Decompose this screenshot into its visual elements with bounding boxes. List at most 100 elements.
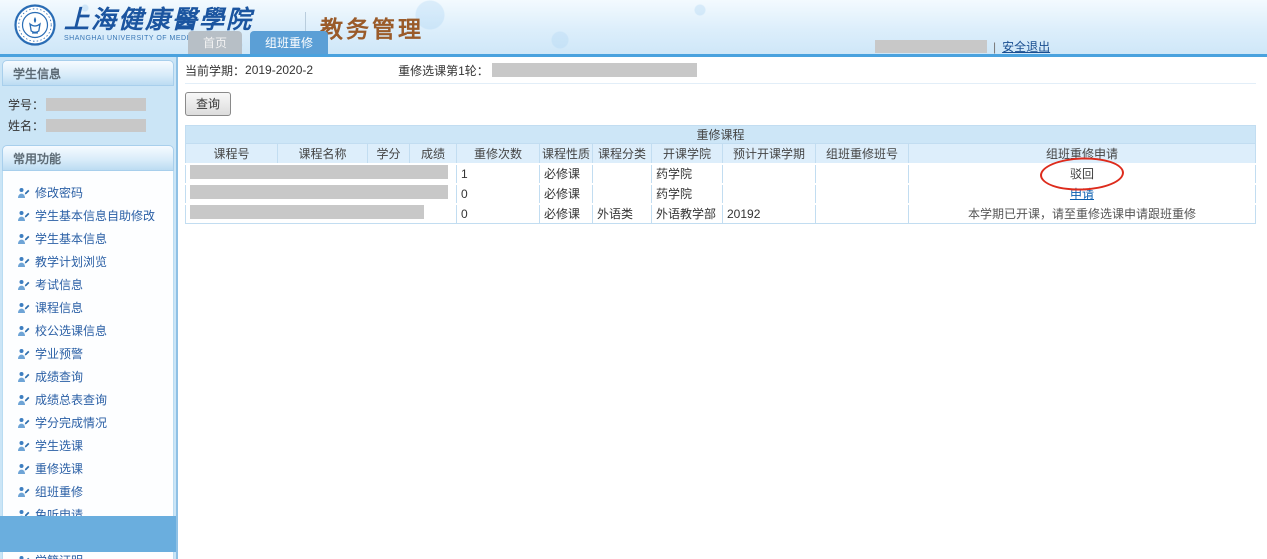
person-edit-icon xyxy=(17,187,30,199)
person-edit-icon xyxy=(17,371,30,383)
cell-expected-semester xyxy=(723,164,816,184)
sidebar-item-basic-info[interactable]: 学生基本信息 xyxy=(9,227,167,250)
sidebar-menu: 修改密码 学生基本信息自助修改 学生基本信息 教学计划浏览 考试信息 课程信息 … xyxy=(2,171,174,559)
cell-application-action: 申请 xyxy=(909,184,1256,204)
sidebar-item-grade-query[interactable]: 成绩查询 xyxy=(9,365,167,388)
page: 上海健康醫學院 SHANGHAI UNIVERSITY OF MEDICINE … xyxy=(0,0,1267,559)
cell-college: 药学院 xyxy=(652,164,723,184)
course-info-redacted xyxy=(190,185,448,199)
cell-course-redacted xyxy=(186,204,457,224)
content: 学生信息 学号： 姓名： 常用功能 修改密码 学生基本信息自助修改 学生基本信息… xyxy=(0,57,1267,559)
rejected-status[interactable]: 驳回 xyxy=(1070,167,1094,181)
table-row: 1 必修课 药学院 驳回 xyxy=(186,164,1256,184)
table-row: 0 必修课 药学院 申请 xyxy=(186,184,1256,204)
sidebar-item-academic-warning[interactable]: 学业预警 xyxy=(9,342,167,365)
table-title: 重修课程 xyxy=(186,126,1256,144)
sidebar-item-change-password[interactable]: 修改密码 xyxy=(9,181,167,204)
sidebar-footer xyxy=(0,516,176,552)
cell-course-redacted xyxy=(186,164,457,184)
user-area: | 安全退出 xyxy=(875,38,1050,55)
cell-college: 药学院 xyxy=(652,184,723,204)
student-id-redacted xyxy=(46,98,146,111)
cell-retake-count: 1 xyxy=(457,164,540,184)
sidebar-item-retake-selection[interactable]: 重修选课 xyxy=(9,457,167,480)
table-row: 0 必修课 外语类 外语教学部 20192 本学期已开课，请至重修选课申请跟班重… xyxy=(186,204,1256,224)
person-edit-icon xyxy=(17,279,30,291)
cell-course-nature: 必修课 xyxy=(540,204,593,224)
logout-link[interactable]: 安全退出 xyxy=(1002,38,1050,55)
app-header: 上海健康醫學院 SHANGHAI UNIVERSITY OF MEDICINE … xyxy=(0,0,1267,57)
retake-round-redacted xyxy=(492,63,697,77)
sidebar-functions-header: 常用功能 xyxy=(2,145,174,171)
person-edit-icon xyxy=(17,440,30,452)
cell-application-note: 本学期已开课，请至重修选课申请跟班重修 xyxy=(909,204,1256,224)
username-redacted xyxy=(875,40,987,53)
cell-retake-count: 0 xyxy=(457,184,540,204)
apply-link[interactable]: 申请 xyxy=(1070,187,1094,201)
sidebar-student-info-header: 学生信息 xyxy=(2,60,174,86)
person-edit-icon xyxy=(17,348,30,360)
person-edit-icon xyxy=(17,325,30,337)
system-title: 教务管理 xyxy=(320,10,424,44)
query-button[interactable]: 查询 xyxy=(185,92,231,116)
col-course-category: 课程分类 xyxy=(593,144,652,164)
retake-round-label: 重修选课第1轮： xyxy=(398,62,489,79)
retake-courses-table: 重修课程 课程号 课程名称 学分 成绩 重修次数 课程性质 课程分类 开课学院 … xyxy=(185,125,1256,224)
sidebar-item-course-selection[interactable]: 学生选课 xyxy=(9,434,167,457)
cell-course-category xyxy=(593,164,652,184)
person-edit-icon xyxy=(17,555,30,559)
sidebar-item-teaching-plan[interactable]: 教学计划浏览 xyxy=(9,250,167,273)
university-logo-icon xyxy=(14,4,56,46)
col-retake-class-no: 组班重修班号 xyxy=(816,144,909,164)
sidebar-item-public-elective[interactable]: 校公选课信息 xyxy=(9,319,167,342)
student-name-redacted xyxy=(46,119,146,132)
course-info-redacted xyxy=(190,205,424,219)
cell-college: 外语教学部 xyxy=(652,204,723,224)
tab-home[interactable]: 首页 xyxy=(188,31,242,54)
person-edit-icon xyxy=(17,302,30,314)
nav-tabs: 首页 组班重修 xyxy=(188,31,328,54)
sidebar-item-grade-summary[interactable]: 成绩总表查询 xyxy=(9,388,167,411)
cell-course-nature: 必修课 xyxy=(540,164,593,184)
person-edit-icon xyxy=(17,256,30,268)
student-name-row: 姓名： xyxy=(8,117,168,134)
person-edit-icon xyxy=(17,486,30,498)
col-grade: 成绩 xyxy=(410,144,457,164)
cell-course-redacted xyxy=(186,184,457,204)
sidebar-item-exam-info[interactable]: 考试信息 xyxy=(9,273,167,296)
person-edit-icon xyxy=(17,463,30,475)
current-semester-value: 2019-2020-2 xyxy=(245,63,313,77)
table-header-row: 课程号 课程名称 学分 成绩 重修次数 课程性质 课程分类 开课学院 预计开课学… xyxy=(186,144,1256,164)
col-course-no: 课程号 xyxy=(186,144,278,164)
semester-info-bar: 当前学期： 2019-2020-2 重修选课第1轮： xyxy=(185,57,1256,84)
person-edit-icon xyxy=(17,210,30,222)
cell-course-category xyxy=(593,184,652,204)
cell-retake-count: 0 xyxy=(457,204,540,224)
cell-application-status: 驳回 xyxy=(909,164,1256,184)
sidebar-item-self-edit-info[interactable]: 学生基本信息自助修改 xyxy=(9,204,167,227)
col-course-nature: 课程性质 xyxy=(540,144,593,164)
tab-group-retake[interactable]: 组班重修 xyxy=(250,31,328,54)
already-started-note: 本学期已开课，请至重修选课申请跟班重修 xyxy=(968,207,1196,221)
col-course-name: 课程名称 xyxy=(278,144,368,164)
col-expected-semester: 预计开课学期 xyxy=(723,144,816,164)
student-id-row: 学号： xyxy=(8,96,168,113)
cell-expected-semester: 20192 xyxy=(723,204,816,224)
cell-expected-semester xyxy=(723,184,816,204)
person-edit-icon xyxy=(17,394,30,406)
student-name-label: 姓名： xyxy=(8,117,44,134)
cell-retake-class-no xyxy=(816,184,909,204)
sidebar-item-course-info[interactable]: 课程信息 xyxy=(9,296,167,319)
person-edit-icon xyxy=(17,417,30,429)
col-credits: 学分 xyxy=(368,144,410,164)
cell-course-nature: 必修课 xyxy=(540,184,593,204)
col-college: 开课学院 xyxy=(652,144,723,164)
sidebar: 学生信息 学号： 姓名： 常用功能 修改密码 学生基本信息自助修改 学生基本信息… xyxy=(0,57,178,559)
current-semester-label: 当前学期： xyxy=(185,62,245,79)
cell-retake-class-no xyxy=(816,204,909,224)
sidebar-item-credit-completion[interactable]: 学分完成情况 xyxy=(9,411,167,434)
sidebar-item-group-retake[interactable]: 组班重修 xyxy=(9,480,167,503)
cell-retake-class-no xyxy=(816,164,909,184)
col-retake-application: 组班重修申请 xyxy=(909,144,1256,164)
student-info-panel: 学号： 姓名： xyxy=(0,86,176,142)
